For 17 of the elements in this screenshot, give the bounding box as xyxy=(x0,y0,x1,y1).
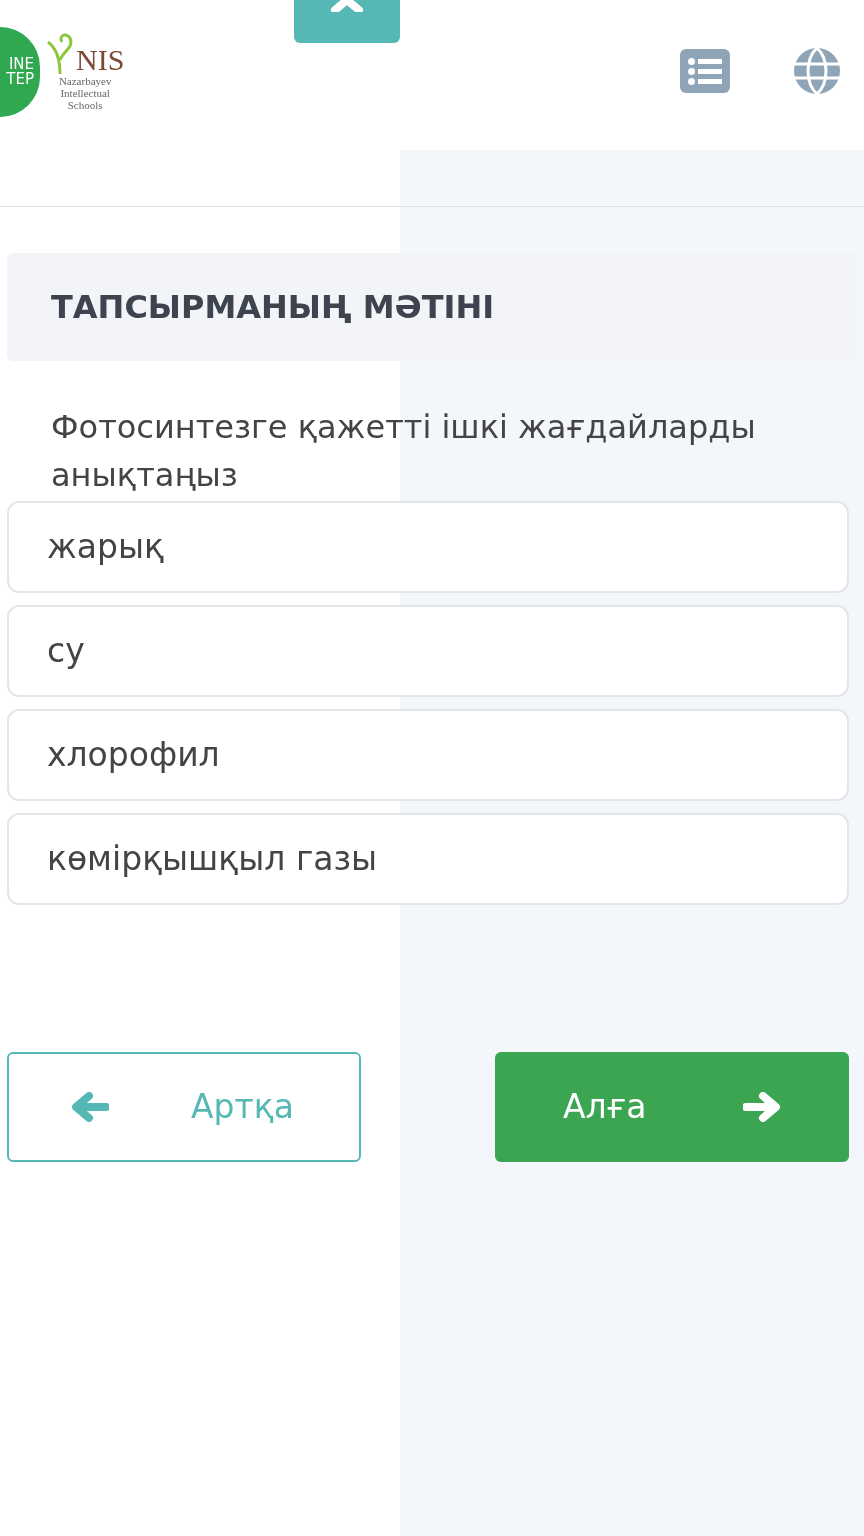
menu-list-button[interactable] xyxy=(680,49,730,93)
nis-logo-caption: Nazarbayev xyxy=(58,75,112,87)
answer-option[interactable]: жарық xyxy=(7,501,849,593)
nis-logo-caption: Intellectual xyxy=(60,87,110,99)
logo-text: INE xyxy=(8,57,34,72)
nis-logo-title: NIS xyxy=(76,45,125,75)
close-tab-button[interactable] xyxy=(294,0,400,43)
answer-option[interactable]: хлорофил xyxy=(7,709,849,801)
task-heading: ТАПСЫРМАНЫҢ МӘТІНІ xyxy=(51,287,495,328)
answer-option[interactable]: көмірқышқыл газы xyxy=(7,813,849,905)
arrow-left-icon xyxy=(71,1092,109,1122)
answer-option[interactable]: су xyxy=(7,605,849,697)
nis-logo-caption: Schools xyxy=(67,99,103,111)
globe-icon[interactable] xyxy=(793,47,841,95)
logo-text: TEP xyxy=(6,72,34,87)
arrow-right-icon xyxy=(743,1092,781,1122)
question-text: Фотосинтезге қажетті ішкі жағдайларды анықтаңыз xyxy=(50,407,757,496)
